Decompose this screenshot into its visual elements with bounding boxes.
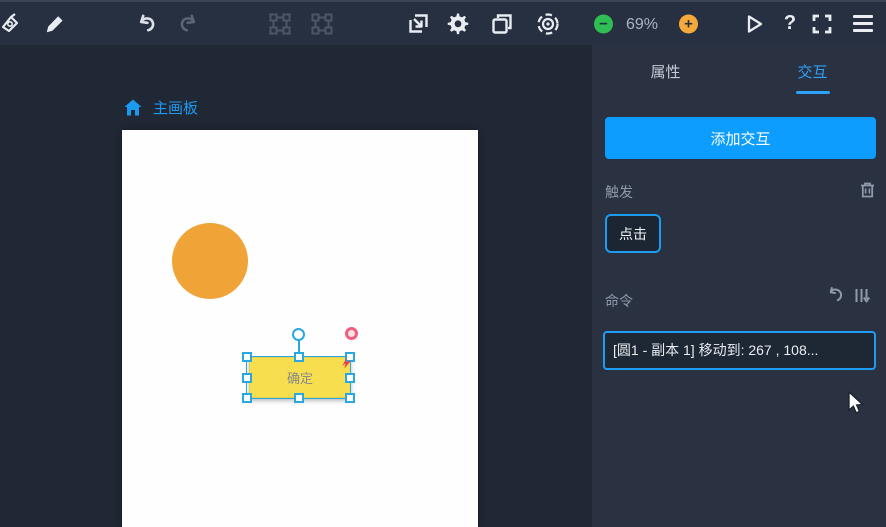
design-canvas[interactable]: 主画板 确定 xyxy=(0,45,592,527)
tab-properties-label: 属性 xyxy=(650,61,680,82)
pen-tool-icon[interactable] xyxy=(0,11,24,37)
export-icon[interactable] xyxy=(405,11,431,37)
breadcrumb-label[interactable]: 主画板 xyxy=(153,97,198,118)
rotate-handle[interactable] xyxy=(292,328,305,341)
play-icon[interactable] xyxy=(741,11,767,37)
tab-interaction[interactable]: 交互 xyxy=(739,45,886,97)
breadcrumb[interactable]: 主画板 xyxy=(124,97,198,118)
pencil-icon[interactable] xyxy=(42,11,68,37)
trigger-section-label: 触发 xyxy=(605,182,633,202)
artboard[interactable]: 确定 xyxy=(122,130,478,527)
undo-icon[interactable] xyxy=(134,11,160,37)
command-section-label: 命令 xyxy=(605,291,633,311)
zoom-out-button[interactable]: − xyxy=(594,14,613,33)
help-icon[interactable]: ? xyxy=(777,11,803,37)
fullscreen-icon[interactable] xyxy=(809,11,835,37)
home-icon[interactable] xyxy=(124,99,142,116)
target-icon[interactable] xyxy=(535,11,561,37)
mouse-cursor xyxy=(848,391,865,416)
sort-columns-icon[interactable] xyxy=(854,287,871,309)
resize-handle-middle-left[interactable] xyxy=(242,373,252,383)
resize-handle-top-middle[interactable] xyxy=(294,352,304,362)
add-interaction-button[interactable]: 添加交互 xyxy=(605,117,876,159)
command-item[interactable]: [圆1 - 副本 1] 移动到: 267 , 108... xyxy=(603,331,876,370)
zoom-level: 69% xyxy=(626,2,658,47)
resize-handle-bottom-middle[interactable] xyxy=(294,393,304,403)
circle-shape[interactable] xyxy=(172,223,248,299)
resize-handle-middle-right[interactable] xyxy=(345,373,355,383)
top-toolbar: − 69% + ? xyxy=(0,0,886,45)
interaction-target-indicator[interactable] xyxy=(345,327,358,340)
interaction-flag-icon xyxy=(341,357,352,369)
tab-interaction-label: 交互 xyxy=(797,61,827,82)
trigger-click-button[interactable]: 点击 xyxy=(605,214,661,253)
tab-properties[interactable]: 属性 xyxy=(592,45,739,97)
active-tab-underline xyxy=(796,91,830,94)
menu-icon[interactable] xyxy=(850,11,876,37)
layers-icon[interactable] xyxy=(489,11,515,37)
ungroup-icon[interactable] xyxy=(309,11,335,37)
refresh-icon[interactable] xyxy=(827,287,844,309)
panel-tabs: 属性 交互 xyxy=(592,45,886,97)
resize-handle-bottom-left[interactable] xyxy=(242,393,252,403)
settings-gear-icon[interactable] xyxy=(445,11,471,37)
resize-handle-top-left[interactable] xyxy=(242,352,252,362)
selection-box[interactable] xyxy=(246,356,351,399)
resize-handle-bottom-right[interactable] xyxy=(345,393,355,403)
zoom-in-button[interactable]: + xyxy=(679,14,698,33)
trash-icon[interactable] xyxy=(860,182,875,203)
inspector-panel: 属性 交互 添加交互 触发 点击 命令 [圆1 - 副本 1] 移动到: 267… xyxy=(592,45,886,527)
group-icon[interactable] xyxy=(267,11,293,37)
redo-icon[interactable] xyxy=(175,11,201,37)
